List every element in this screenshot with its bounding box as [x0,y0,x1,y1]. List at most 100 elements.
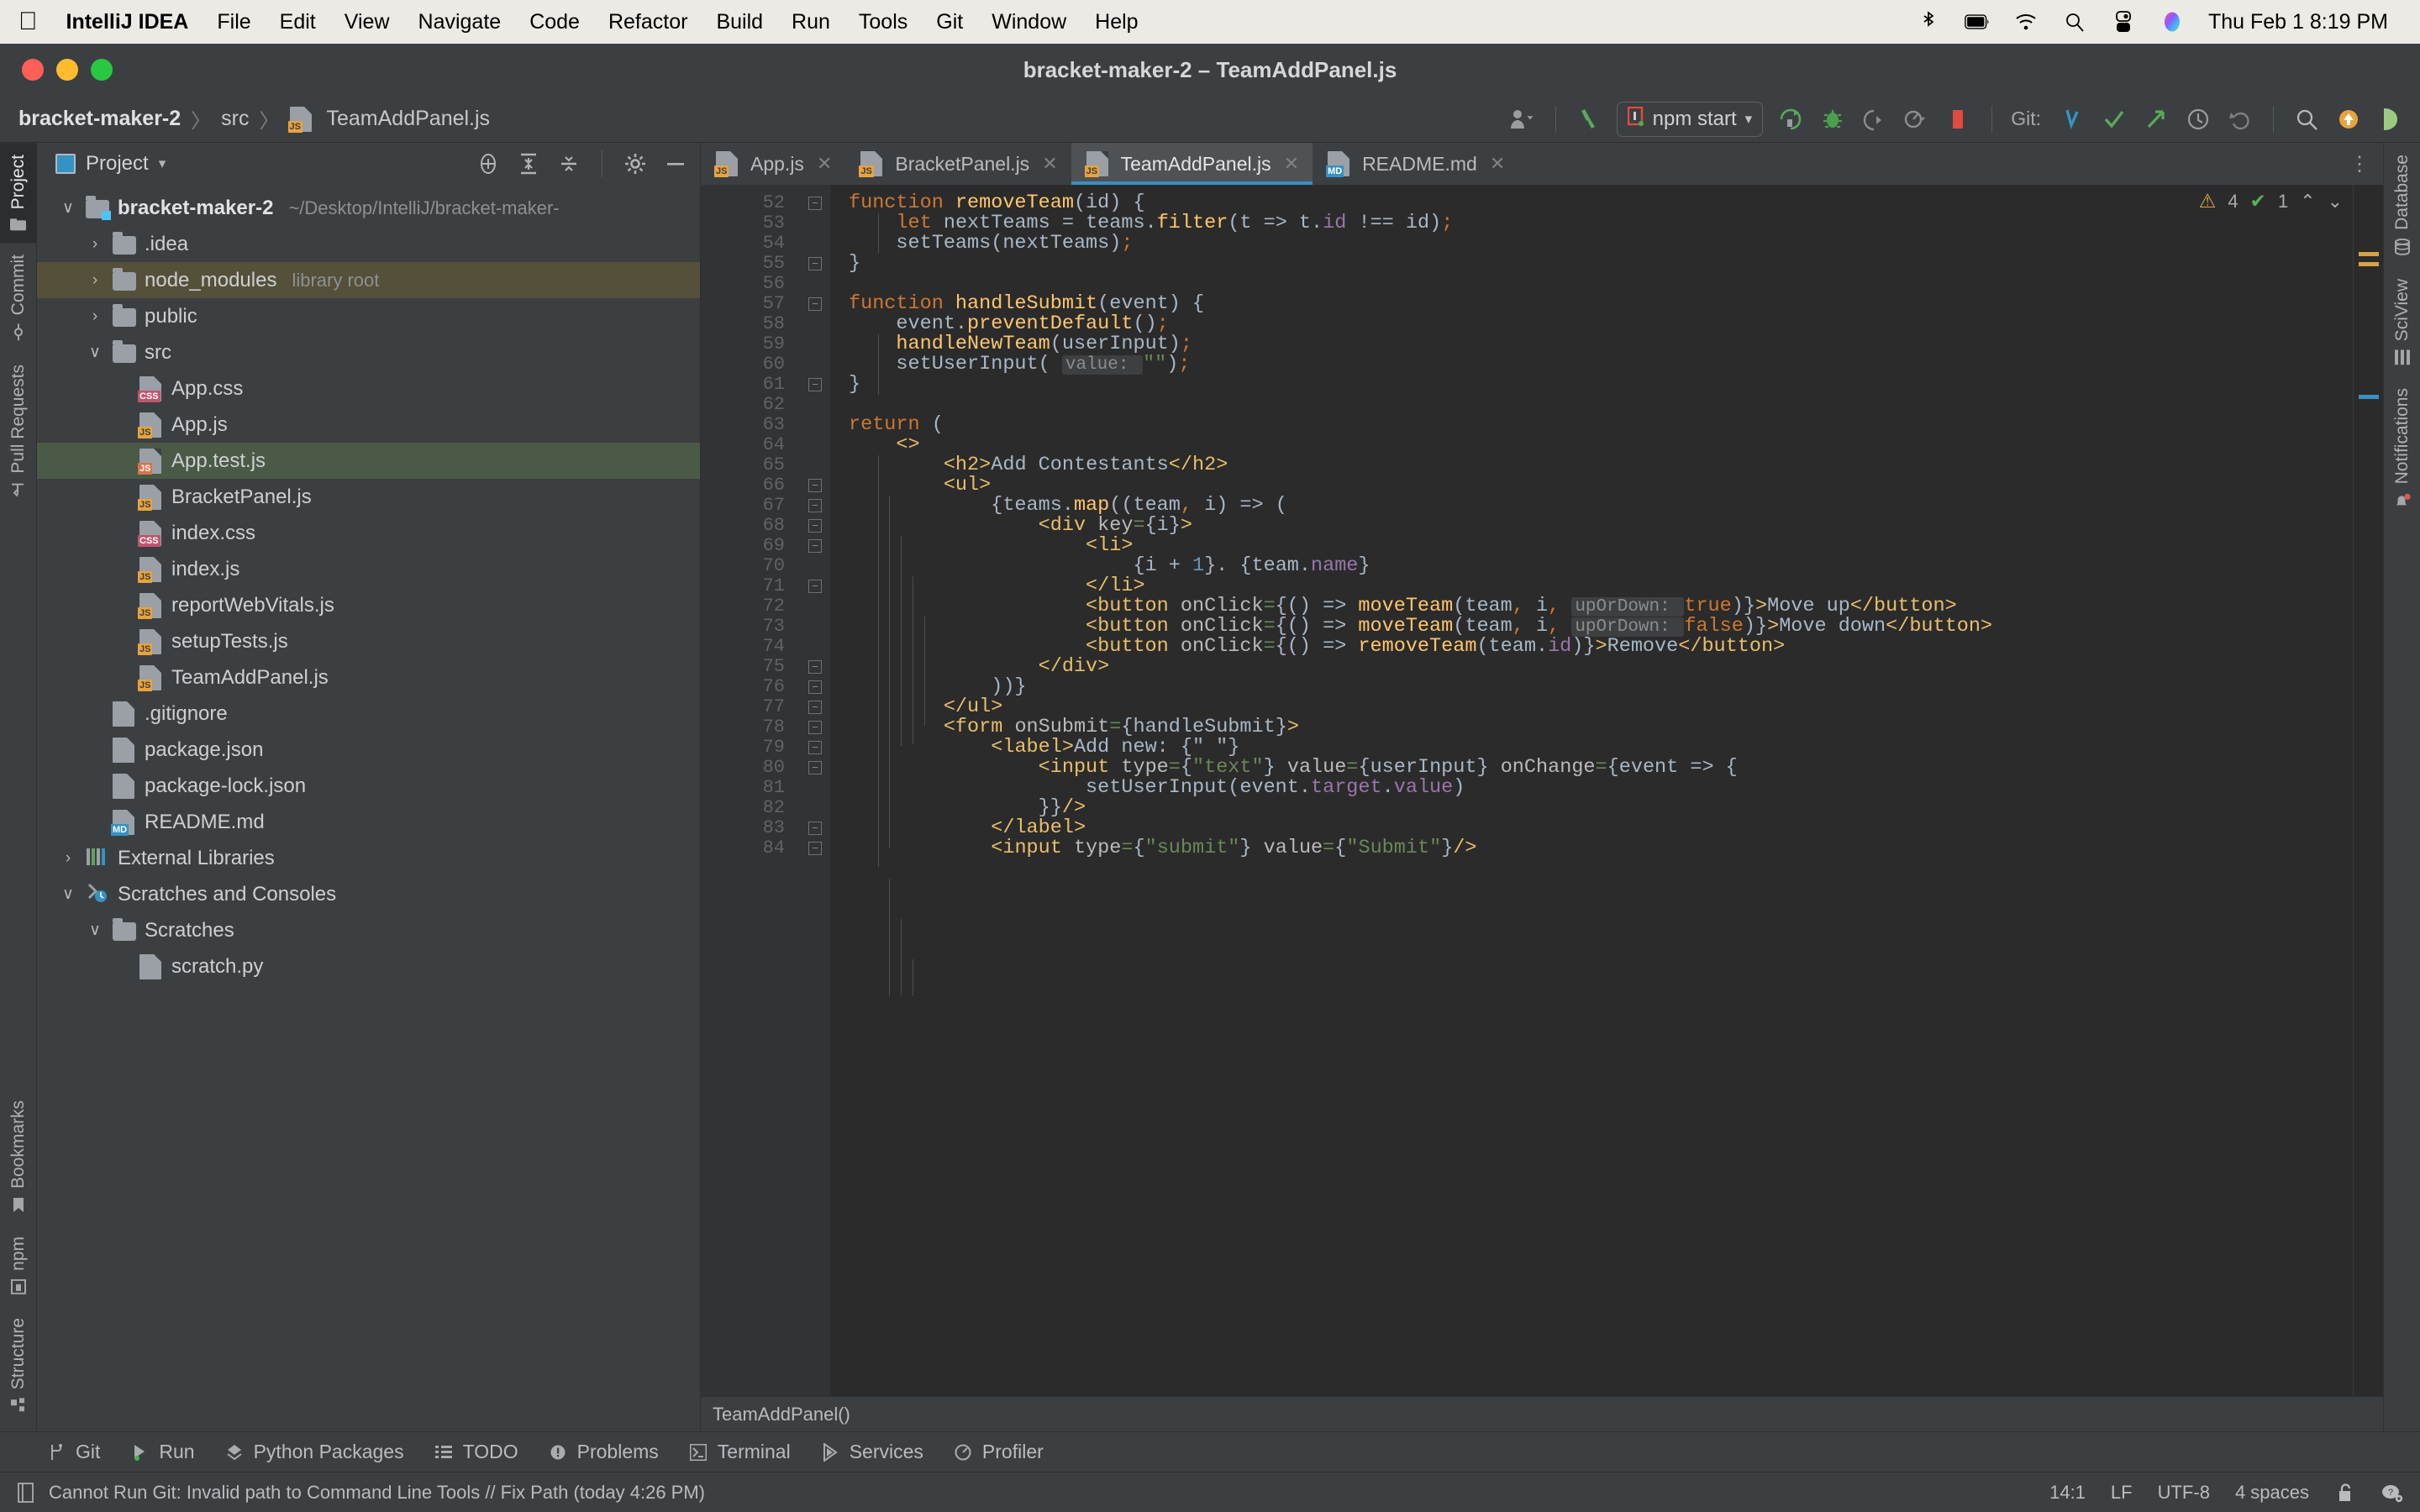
line-number[interactable]: 81 [701,778,800,798]
menu-edit[interactable]: Edit [280,10,316,34]
next-problem-icon[interactable]: ⌄ [2328,191,2343,213]
code-line[interactable]: <input type={"text"} value={userInput} o… [830,758,2353,778]
code-line[interactable]: </div> [830,657,2353,677]
code-line[interactable]: <h2>Add Contestants</h2> [830,455,2353,475]
code-line[interactable]: <input type={"submit"} value={"Submit"}/… [830,838,2353,858]
line-number[interactable]: 65 [701,455,800,475]
tree-node-readme-md[interactable]: MD README.md [37,804,700,840]
code-line[interactable]: <form onSubmit={handleSubmit}> [830,717,2353,738]
line-number[interactable]: 66 [701,475,800,496]
code-line[interactable]: event.preventDefault(); [830,314,2353,334]
line-number[interactable]: 72 [701,596,800,617]
tree-node-index-css[interactable]: CSS index.css [37,515,700,551]
line-number[interactable]: 63 [701,415,800,435]
line-number[interactable]: 75 [701,657,800,677]
menu-build[interactable]: Build [716,10,763,34]
tree-node-app-css[interactable]: CSS App.css [37,370,700,407]
line-number[interactable]: 60 [701,354,800,375]
code-line[interactable]: <ul> [830,475,2353,496]
code-line[interactable] [830,274,2353,294]
tree-node-teamaddpanel-js[interactable]: JS TeamAddPanel.js [37,659,700,696]
tree-node-reportwebvitals-js[interactable]: JS reportWebVitals.js [37,587,700,623]
menu-navigate[interactable]: Navigate [418,10,502,34]
chevron-right-icon[interactable]: › [84,271,106,290]
file-encoding[interactable]: UTF-8 [2158,1482,2210,1504]
code-line[interactable]: setTeams(nextTeams); [830,234,2353,254]
menu-bar-clock[interactable]: Thu Feb 1 8:19 PM [2208,10,2388,34]
marker-warning[interactable] [2359,262,2379,266]
menu-help[interactable]: Help [1095,10,1138,34]
menu-tools[interactable]: Tools [859,10,908,34]
fold-toggle-icon[interactable]: − [808,680,822,694]
line-number[interactable]: 83 [701,818,800,838]
editor-tab-strip[interactable]: JS App.js ✕ JS BracketPanel.js ✕ JS TeamAddPane… [701,143,2383,185]
editor-tab-teamaddpanel-js[interactable]: JS TeamAddPanel.js ✕ [1071,143,1313,185]
git-update-icon[interactable] [2058,105,2086,134]
code-content[interactable]: function removeTeam(id) { let nextTeams … [830,185,2353,1396]
code-line[interactable]: handleNewTeam(userInput); [830,334,2353,354]
line-number[interactable]: 64 [701,435,800,455]
chevron-right-icon[interactable]: › [84,235,106,254]
line-number[interactable]: 78 [701,717,800,738]
code-line[interactable]: <div key={i}> [830,516,2353,536]
tree-node-public[interactable]: › public [37,298,700,334]
indent-setting[interactable]: 4 spaces [2235,1482,2309,1504]
line-number[interactable]: 54 [701,234,800,254]
tree-node-index-js[interactable]: JS index.js [37,551,700,587]
sidebar-item-bookmarks[interactable]: Bookmarks [8,1089,29,1225]
wifi-icon[interactable] [2013,9,2039,34]
marker-info[interactable] [2359,395,2379,399]
fold-toggle-icon[interactable]: − [808,741,822,754]
search-icon[interactable] [2062,9,2087,34]
code-line[interactable]: }}/> [830,798,2353,818]
run-configuration-selector[interactable]: npm start ▾ [1616,101,1764,137]
line-number[interactable]: 58 [701,314,800,334]
expand-all-icon[interactable] [516,151,541,176]
editor-tab-app-js[interactable]: JS App.js ✕ [701,143,845,185]
sidebar-item-notifications[interactable]: Notifications [2392,376,2412,521]
tool-window-run[interactable]: Run [129,1441,195,1463]
menu-git[interactable]: Git [936,10,963,34]
code-line[interactable]: <button onClick={() => removeTeam(team.i… [830,637,2353,657]
debug-icon[interactable] [1818,105,1847,134]
code-line[interactable]: <button onClick={() => moveTeam(team, i,… [830,617,2353,637]
tree-node-node-modules[interactable]: › node_modules library root [37,262,700,298]
fold-toggle-icon[interactable]: − [808,297,822,311]
editor-breadcrumb-function[interactable]: TeamAddPanel() [713,1404,850,1425]
tree-node-app-js[interactable]: JS App.js [37,407,700,443]
tree-node-external-libraries[interactable]: › External Libraries [37,840,700,876]
breadcrumb-folder[interactable]: src [221,107,249,131]
fold-toggle-icon[interactable]: − [808,539,822,553]
battery-icon[interactable] [1965,9,1990,34]
line-number[interactable]: 53 [701,213,800,234]
line-number[interactable]: 77 [701,697,800,717]
line-number[interactable]: 71 [701,576,800,596]
line-number[interactable]: 76 [701,677,800,697]
line-number[interactable]: 62 [701,395,800,415]
sidebar-item-project[interactable]: Project [0,143,37,244]
tree-node-scratches-and-consoles[interactable]: ∨ Scratches and Consoles [37,876,700,912]
git-history-icon[interactable] [2184,105,2212,134]
tool-window-services[interactable]: Services [819,1441,923,1463]
tree-node-setuptests-js[interactable]: JS setupTests.js [37,623,700,659]
bluetooth-icon[interactable] [1916,9,1941,34]
tool-window-terminal[interactable]: Terminal [687,1441,791,1463]
code-line[interactable]: let nextTeams = teams.filter(t => t.id !… [830,213,2353,234]
tool-window-git[interactable]: Git [45,1441,100,1463]
fold-toggle-icon[interactable]: − [808,842,822,855]
fold-toggle-icon[interactable]: − [808,519,822,533]
chevron-down-icon[interactable]: ∨ [57,885,79,904]
inspection-widget[interactable]: ⚠ 4 ✔ 1 ⌃ ⌄ [2199,190,2343,213]
tree-node-app-test-js[interactable]: JS App.test.js [37,443,700,479]
tool-window-problems[interactable]: Problems [547,1441,659,1463]
help-gear-icon[interactable]: ? [2381,1482,2403,1504]
git-push-icon[interactable] [2142,105,2170,134]
code-line[interactable]: function removeTeam(id) { [830,193,2353,213]
fold-toggle-icon[interactable]: − [808,822,822,835]
fold-toggle-icon[interactable]: − [808,701,822,714]
code-line[interactable]: } [830,375,2353,395]
git-rollback-icon[interactable] [2226,105,2254,134]
code-line[interactable]: </ul> [830,697,2353,717]
line-number[interactable]: 73 [701,617,800,637]
breadcrumb-project[interactable]: bracket-maker-2 [18,107,181,131]
